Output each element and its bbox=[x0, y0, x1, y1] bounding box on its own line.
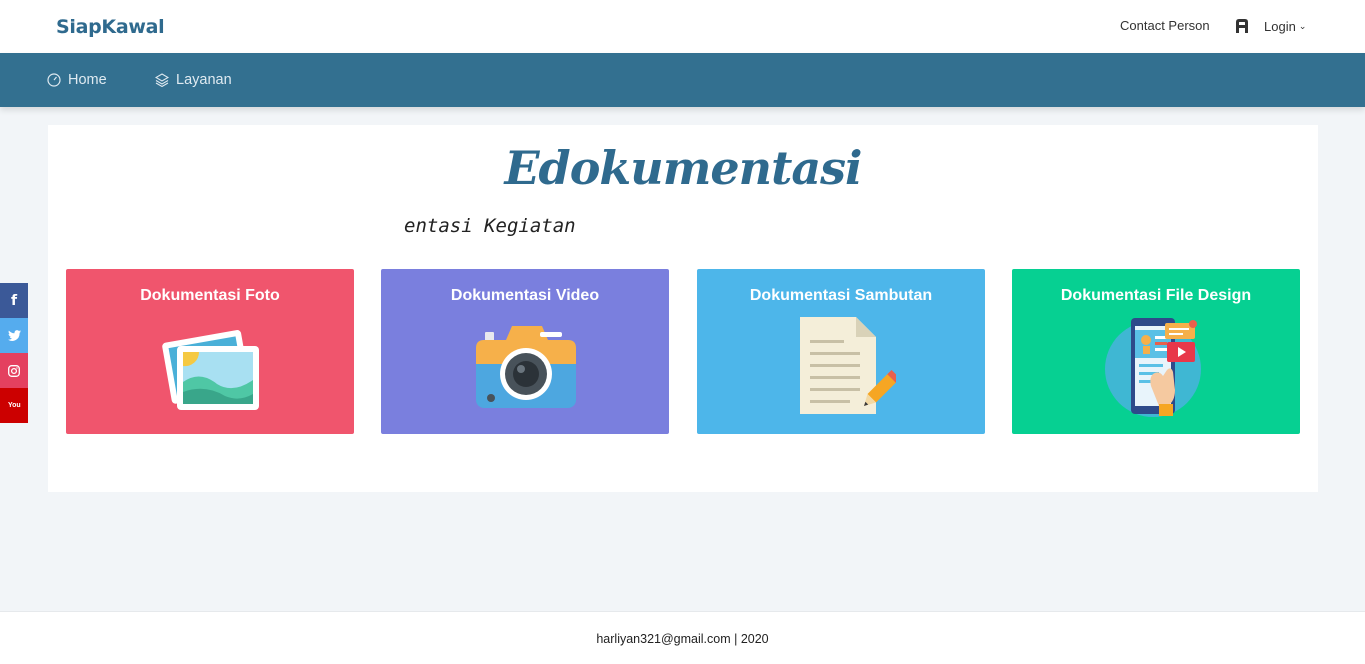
document-icon bbox=[800, 317, 896, 414]
page-title: Edokumentasi bbox=[504, 141, 862, 195]
youtube-button[interactable]: You bbox=[0, 388, 28, 423]
photo-icon bbox=[162, 330, 259, 410]
main-nav: Home Layanan bbox=[0, 53, 1365, 107]
user-icon bbox=[1236, 19, 1248, 33]
camera-icon bbox=[476, 326, 576, 408]
mobile-design-icon bbox=[1105, 318, 1201, 417]
card-dokumentasi-video[interactable]: Dokumentasi Video bbox=[381, 269, 669, 434]
instagram-icon bbox=[8, 364, 20, 377]
facebook-icon: f bbox=[10, 292, 18, 309]
card-dokumentasi-sambutan[interactable]: Dokumentasi Sambutan bbox=[697, 269, 985, 434]
chevron-down-icon: ⌄ bbox=[1298, 20, 1307, 31]
twitter-button[interactable] bbox=[0, 318, 28, 353]
main-panel: Edokumentasi entasi Kegiatan Dokumentasi… bbox=[48, 125, 1318, 492]
nav-item-layanan[interactable]: Layanan bbox=[155, 53, 232, 107]
contact-person-link[interactable]: Contact Person bbox=[1120, 18, 1210, 33]
card-dokumentasi-foto[interactable]: Dokumentasi Foto bbox=[66, 269, 354, 434]
login-dropdown[interactable]: Login ⌄ bbox=[1234, 16, 1306, 36]
card-title: Dokumentasi Sambutan bbox=[749, 287, 933, 304]
card-title: Dokumentasi Foto bbox=[140, 287, 280, 304]
nav-item-label: Layanan bbox=[176, 72, 232, 88]
instagram-button[interactable] bbox=[0, 353, 28, 388]
youtube-icon: You bbox=[8, 402, 21, 409]
card-dokumentasi-file-design[interactable]: Dokumentasi File Design bbox=[1012, 269, 1300, 434]
card-title: Dokumentasi Video bbox=[450, 287, 600, 304]
footer: harliyan321@gmail.com | 2020 bbox=[0, 611, 1365, 664]
footer-text: harliyan321@gmail.com | 2020 bbox=[596, 632, 769, 646]
layers-icon bbox=[155, 73, 169, 87]
login-label: Login bbox=[1264, 18, 1296, 34]
twitter-icon bbox=[7, 330, 21, 341]
dashboard-icon bbox=[47, 73, 61, 87]
nav-item-label: Home bbox=[68, 72, 107, 88]
facebook-button[interactable]: f bbox=[0, 283, 28, 318]
page-subtitle: entasi Kegiatan bbox=[404, 215, 576, 237]
card-title: Dokumentasi File Design bbox=[1060, 287, 1252, 304]
top-bar: SiapKawal Contact Person Login ⌄ bbox=[0, 0, 1365, 53]
brand-logo[interactable]: SiapKawal bbox=[56, 16, 165, 38]
nav-item-home[interactable]: Home bbox=[47, 53, 107, 107]
